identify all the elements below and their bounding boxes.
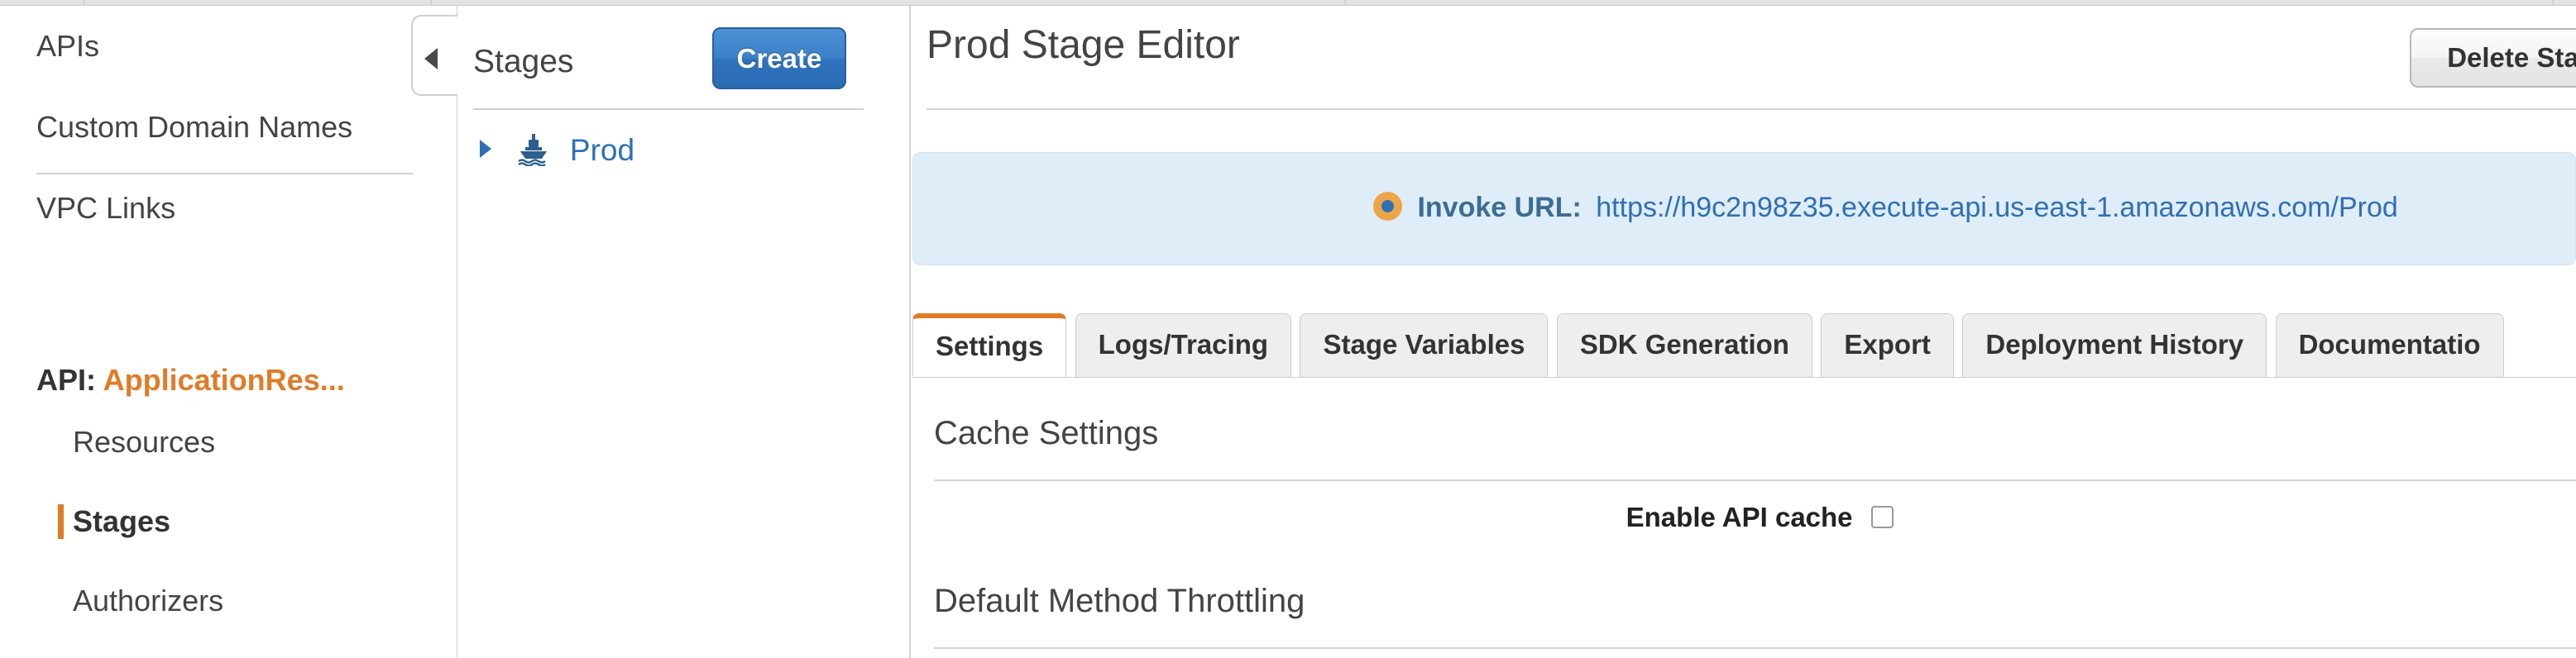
sidebar-item-label: Authorizers bbox=[73, 584, 224, 617]
chrome-tick bbox=[430, 0, 432, 6]
sidebar-collapse-button[interactable] bbox=[411, 15, 457, 96]
stage-editor-tabs: Settings Logs/Tracing Stage Variables SD… bbox=[912, 313, 2509, 378]
title-divider bbox=[926, 108, 2576, 110]
stage-list-item-prod[interactable]: Prod bbox=[473, 131, 634, 179]
window-chrome-strip bbox=[0, 0, 2576, 6]
sidebar-api-header: API: ApplicationRes... bbox=[36, 363, 345, 398]
tab-label: SDK Generation bbox=[1579, 329, 1789, 360]
invoke-url-content: Invoke URL: https://h9c2n98z35.execute-a… bbox=[1373, 183, 2398, 232]
caret-left-icon bbox=[424, 48, 438, 69]
tab-label: Export bbox=[1844, 329, 1931, 360]
sidebar-item-custom-domain-names[interactable]: Custom Domain Names bbox=[0, 87, 457, 168]
caret-right-icon[interactable] bbox=[480, 140, 491, 158]
create-button-label: Create bbox=[736, 43, 822, 74]
sidebar-item-apis[interactable]: APIs bbox=[0, 6, 457, 87]
cache-settings-heading: Cache Settings bbox=[934, 415, 1159, 451]
tab-label: Deployment History bbox=[1985, 329, 2244, 360]
ship-icon bbox=[516, 131, 551, 167]
invoke-url-label: Invoke URL: bbox=[1417, 192, 1582, 223]
sidebar-item-label: APIs bbox=[36, 29, 100, 63]
left-sidebar: APIs Custom Domain Names VPC Links API: … bbox=[0, 6, 457, 658]
default-method-throttling-heading: Default Method Throttling bbox=[934, 583, 1305, 619]
stage-name-label[interactable]: Prod bbox=[570, 133, 634, 168]
sidebar-item-stages[interactable]: Stages bbox=[0, 482, 457, 561]
tab-label: Stage Variables bbox=[1323, 329, 1525, 360]
main-content: Prod Stage Editor Delete Sta Invoke URL:… bbox=[911, 6, 2576, 658]
page-title: Prod Stage Editor bbox=[926, 23, 1240, 67]
enable-api-cache-label: Enable API cache bbox=[1626, 502, 1853, 532]
info-circle-icon bbox=[1373, 191, 1402, 221]
delete-stage-button[interactable]: Delete Sta bbox=[2410, 28, 2576, 88]
invoke-url-banner: Invoke URL: https://h9c2n98z35.execute-a… bbox=[912, 152, 2576, 265]
tab-label: Documentatio bbox=[2298, 329, 2481, 360]
sidebar-divider bbox=[36, 173, 413, 174]
sidebar-item-label: Stages bbox=[73, 504, 171, 538]
enable-api-cache-checkbox[interactable] bbox=[1871, 505, 1894, 528]
selected-indicator bbox=[58, 504, 64, 539]
stages-panel: Stages Create Prod bbox=[458, 6, 910, 658]
default-method-throttling-divider bbox=[934, 647, 2576, 649]
sidebar-item-vpc-links[interactable]: VPC Links bbox=[0, 168, 457, 249]
tab-settings[interactable]: Settings bbox=[912, 313, 1067, 378]
sidebar-item-label: Resources bbox=[73, 425, 216, 459]
tabs-bottom-border bbox=[912, 377, 2576, 378]
tab-sdk-generation[interactable]: SDK Generation bbox=[1556, 313, 1812, 378]
chrome-tick bbox=[83, 0, 84, 6]
tab-deployment-history[interactable]: Deployment History bbox=[1962, 313, 2267, 378]
sidebar-api-prefix: API: bbox=[36, 363, 96, 397]
sidebar-item-resources[interactable]: Resources bbox=[0, 403, 457, 482]
delete-button-label: Delete Sta bbox=[2447, 42, 2576, 73]
tab-documentation[interactable]: Documentatio bbox=[2275, 313, 2504, 378]
chrome-tick bbox=[1344, 0, 1346, 6]
stages-panel-title: Stages bbox=[473, 44, 574, 79]
tab-stage-variables[interactable]: Stage Variables bbox=[1300, 313, 1549, 378]
create-stage-button[interactable]: Create bbox=[712, 27, 846, 89]
app-root: APIs Custom Domain Names VPC Links API: … bbox=[0, 0, 2576, 658]
sidebar-item-authorizers[interactable]: Authorizers bbox=[0, 561, 457, 641]
tab-export[interactable]: Export bbox=[1821, 313, 1954, 378]
invoke-url-link[interactable]: https://h9c2n98z35.execute-api.us-east-1… bbox=[1596, 183, 2398, 232]
tab-label: Settings bbox=[936, 331, 1044, 361]
enable-api-cache-row: Enable API cache bbox=[934, 502, 1894, 536]
sidebar-item-label: Custom Domain Names bbox=[36, 110, 353, 144]
cache-settings-divider bbox=[934, 479, 2576, 481]
stages-panel-divider bbox=[473, 108, 864, 110]
sidebar-api-name[interactable]: ApplicationRes... bbox=[103, 363, 345, 397]
global-nav-list: APIs Custom Domain Names VPC Links bbox=[0, 6, 457, 249]
chrome-tick bbox=[2552, 0, 2554, 6]
sidebar-item-label: VPC Links bbox=[36, 191, 176, 225]
api-nav-list: Resources Stages Authorizers bbox=[0, 403, 457, 641]
tab-label: Logs/Tracing bbox=[1098, 329, 1269, 360]
tab-logs-tracing[interactable]: Logs/Tracing bbox=[1075, 313, 1292, 378]
